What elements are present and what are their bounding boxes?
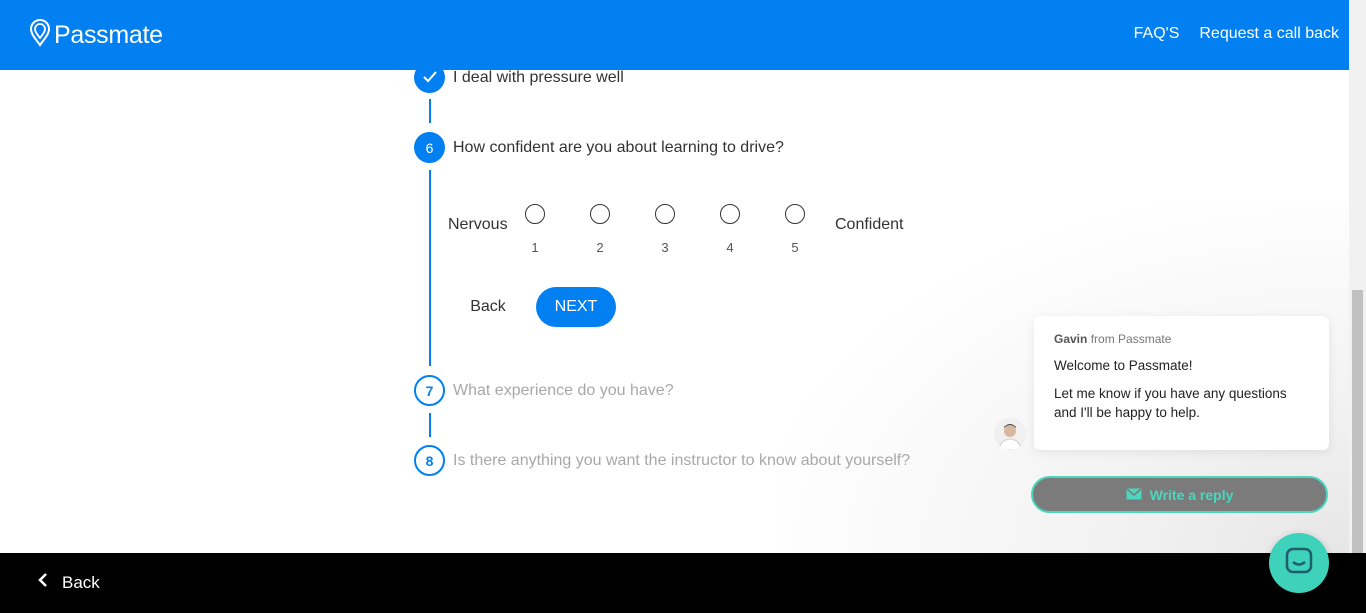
- step-6-badge: 6: [414, 132, 445, 163]
- chat-welcome-text: Welcome to Passmate!: [1054, 358, 1193, 373]
- chat-sender-org: from Passmate: [1090, 332, 1172, 346]
- scrollbar-thumb[interactable]: [1352, 290, 1363, 553]
- rating-radio-4[interactable]: [720, 204, 740, 224]
- footer-back-button[interactable]: Back: [38, 572, 100, 593]
- footer-back-label: Back: [62, 572, 100, 592]
- scale-low-label: Nervous: [448, 216, 508, 233]
- rating-label-3: 3: [661, 240, 669, 255]
- page-scrollbar[interactable]: [1349, 0, 1366, 553]
- rating-label-1: 1: [531, 240, 539, 255]
- chat-message-text: Let me know if you have any questions an…: [1054, 386, 1287, 420]
- step-8-badge: 8: [414, 445, 445, 476]
- step-connector: [429, 413, 431, 437]
- rating-radio-2[interactable]: [590, 204, 610, 224]
- checkmark-icon: [422, 70, 437, 86]
- envelope-icon: [1126, 487, 1142, 503]
- rating-label-5: 5: [791, 240, 799, 255]
- rating-label-2: 2: [596, 240, 604, 255]
- rating-radio-1[interactable]: [525, 204, 545, 224]
- top-header: Passmate FAQ'S Request a call back: [0, 0, 1349, 70]
- scale-high-label: Confident: [835, 216, 904, 233]
- chat-message-card[interactable]: Gavin from Passmate Welcome to Passmate!…: [1034, 316, 1329, 450]
- chat-sender-line: Gavin from Passmate: [1054, 332, 1309, 346]
- rating-radio-5[interactable]: [785, 204, 805, 224]
- questionnaire-steps: I deal with pressure well 6 How confiden…: [0, 0, 1349, 553]
- chat-bubble-icon: [1284, 546, 1314, 581]
- next-button[interactable]: NEXT: [536, 287, 616, 327]
- page: Passmate FAQ'S Request a call back I dea…: [0, 0, 1366, 613]
- step-5-text: I deal with pressure well: [453, 69, 624, 86]
- write-reply-button[interactable]: Write a reply: [1031, 476, 1328, 513]
- header-nav: FAQ'S Request a call back: [1134, 25, 1339, 43]
- passmate-logo[interactable]: Passmate: [29, 19, 163, 52]
- rating-label-4: 4: [726, 240, 734, 255]
- bottom-bar: Back: [0, 553, 1366, 613]
- step-7-badge: 7: [414, 375, 445, 406]
- step-connector: [429, 99, 431, 123]
- write-reply-label: Write a reply: [1149, 486, 1234, 503]
- step-7-question: What experience do you have?: [453, 382, 674, 399]
- agent-avatar: [994, 418, 1026, 450]
- back-button[interactable]: Back: [456, 287, 520, 327]
- chevron-left-icon: [38, 572, 48, 593]
- chat-launcher-button[interactable]: [1269, 533, 1329, 593]
- request-callback-link[interactable]: Request a call back: [1199, 25, 1339, 43]
- step-8-question: Is there anything you want the instructo…: [453, 452, 911, 469]
- rating-radio-3[interactable]: [655, 204, 675, 224]
- step-connector: [429, 170, 431, 366]
- step-6-question: How confident are you about learning to …: [453, 139, 784, 156]
- brand-name: Passmate: [54, 21, 163, 49]
- location-pin-logo-icon: [29, 19, 51, 52]
- faqs-link[interactable]: FAQ'S: [1134, 25, 1180, 43]
- chat-sender-name: Gavin: [1054, 332, 1088, 346]
